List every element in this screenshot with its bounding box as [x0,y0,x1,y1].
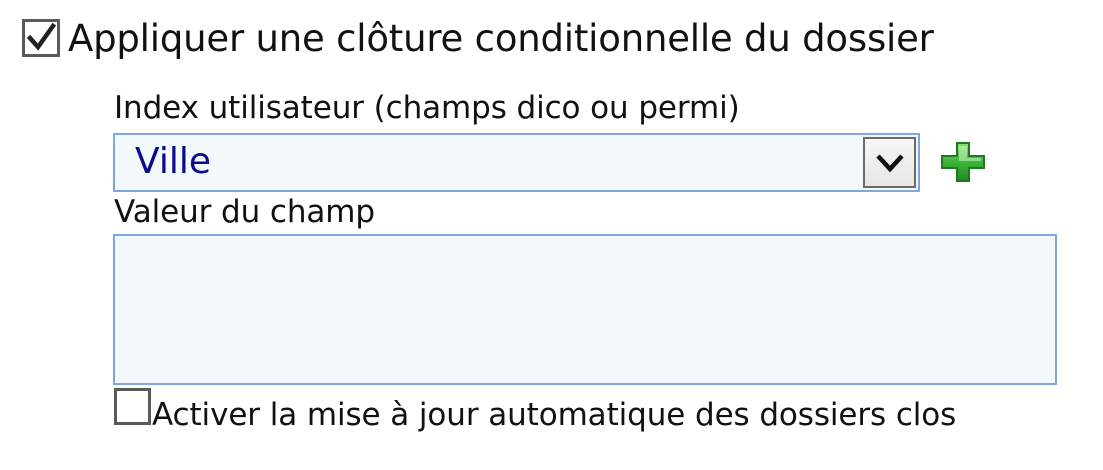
plus-icon[interactable] [940,141,986,183]
chevron-down-icon [875,153,904,172]
conditional-closure-checkbox[interactable] [22,19,60,57]
auto-update-row: Activer la mise à jour automatique des d… [114,388,956,436]
checkmark-icon [26,23,56,51]
auto-update-checkbox[interactable] [114,388,151,425]
value-field-label: Valeur du champ [114,194,375,230]
index-select-value: Ville [135,141,211,182]
index-field-label: Index utilisateur (champs dico ou permi) [114,90,740,126]
conditional-closure-row: Appliquer une clôture conditionnelle du … [22,10,934,66]
index-select[interactable]: Ville [113,133,920,192]
value-textarea[interactable] [113,234,1057,385]
conditional-closure-label[interactable]: Appliquer une clôture conditionnelle du … [68,17,934,60]
auto-update-label[interactable]: Activer la mise à jour automatique des d… [152,397,956,433]
dropdown-button[interactable] [863,137,916,188]
